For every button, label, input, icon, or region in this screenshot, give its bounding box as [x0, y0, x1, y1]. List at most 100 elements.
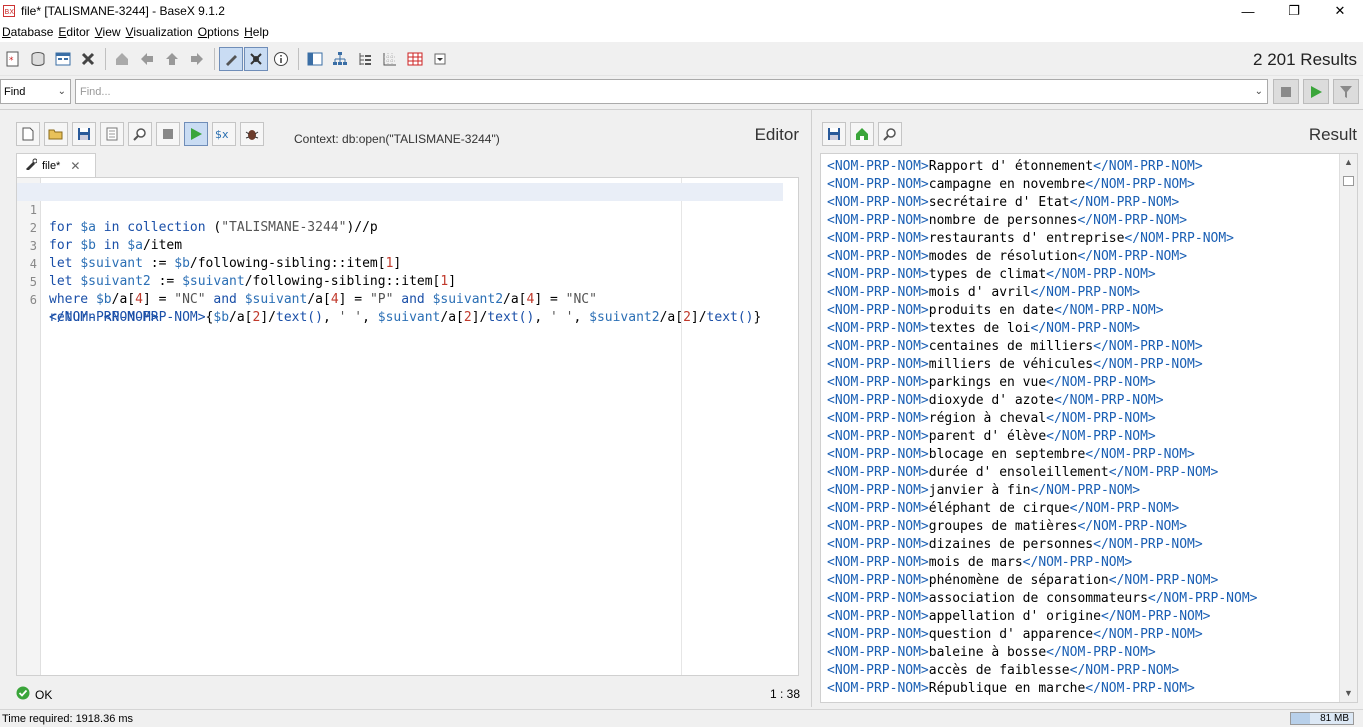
back-icon[interactable] — [135, 47, 159, 71]
result-open-tag: <NOM-PRP-NOM> — [827, 681, 929, 696]
code-line: 3 let $suivant := $b/following-sibling::… — [29, 239, 402, 271]
search-icon[interactable] — [128, 122, 152, 146]
panel-splitter[interactable] — [811, 110, 812, 707]
code-line: 5 where $b/a[4] = "NC" and $suivant/a[4]… — [29, 275, 597, 307]
result-value: campagne en novembre — [928, 177, 1086, 192]
result-value: types de climat — [928, 267, 1047, 282]
result-close-tag: </NOM-PRP-NOM> — [1046, 411, 1156, 426]
table-view-icon[interactable] — [403, 47, 427, 71]
result-open-tag: <NOM-PRP-NOM> — [827, 159, 929, 174]
result-value: éléphant de cirque — [928, 501, 1070, 516]
maximize-button[interactable]: ❐ — [1271, 0, 1317, 22]
result-open-tag: <NOM-PRP-NOM> — [827, 321, 929, 336]
find-mode-select[interactable]: Find ⌄ — [0, 79, 71, 104]
menu-view[interactable]: View — [93, 25, 124, 39]
editor-panel: $x Context: db:open("TALISMANE-3244") Ed… — [8, 113, 808, 706]
menu-visualization[interactable]: Visualization — [124, 25, 196, 39]
find-placeholder: Find... — [80, 85, 111, 98]
result-value: association de consommateurs — [928, 591, 1148, 606]
result-open-tag: <NOM-PRP-NOM> — [827, 501, 929, 516]
stop-search-button[interactable] — [1273, 79, 1299, 104]
window-title: file* [TALISMANE-3244] - BaseX 9.1.2 — [21, 4, 225, 18]
new-database-icon[interactable]: * — [1, 47, 25, 71]
result-value: baleine à bosse — [928, 645, 1047, 660]
more-views-dropdown-icon[interactable] — [428, 47, 452, 71]
chevron-down-icon: ⌄ — [57, 86, 66, 97]
result-open-tag: <NOM-PRP-NOM> — [827, 393, 929, 408]
close-database-icon[interactable] — [76, 47, 100, 71]
result-value: groupes de matières — [928, 519, 1078, 534]
properties-icon[interactable] — [51, 47, 75, 71]
chevron-down-icon[interactable]: ⌄ — [1255, 86, 1263, 97]
result-open-tag: <NOM-PRP-NOM> — [827, 267, 929, 282]
result-open-tag: <NOM-PRP-NOM> — [827, 465, 929, 480]
open-file-icon[interactable] — [44, 122, 68, 146]
edit-mode-icon[interactable] — [219, 46, 243, 71]
result-open-tag: <NOM-PRP-NOM> — [827, 555, 929, 570]
result-value: janvier à fin — [928, 483, 1031, 498]
scroll-thumb[interactable] — [1343, 176, 1354, 186]
status-bar: Time required: 1918.36 ms 81 MB — [0, 709, 1363, 727]
info-icon[interactable] — [269, 47, 293, 71]
result-close-tag: </NOM-PRP-NOM> — [1085, 681, 1195, 696]
save-result-icon[interactable] — [822, 122, 846, 146]
open-database-icon[interactable] — [26, 47, 50, 71]
basex-logo-icon: BX — [3, 5, 15, 17]
result-value: mois d' avril — [928, 285, 1031, 300]
scroll-up-icon[interactable]: ▲ — [1343, 157, 1354, 168]
find-bar: Find ⌄ Find... ⌄ — [0, 77, 1363, 107]
menu-options[interactable]: Options — [196, 25, 242, 39]
result-close-tag: </NOM-PRP-NOM> — [1030, 285, 1141, 300]
result-close-tag: </NOM-PRP-NOM> — [1069, 195, 1180, 210]
code-line: 4 let $suivant2 := $suivant/following-si… — [29, 257, 457, 289]
filter-mode-icon[interactable] — [244, 46, 268, 71]
code-editor[interactable]: 1 for $a in collection ("TALISMANE-3244"… — [16, 177, 799, 676]
menu-editor[interactable]: Editor — [56, 25, 92, 39]
history-icon[interactable] — [100, 122, 124, 146]
result-open-tag: <NOM-PRP-NOM> — [827, 411, 929, 426]
result-value: nombre de personnes — [928, 213, 1078, 228]
home-icon[interactable] — [110, 47, 134, 71]
find-input[interactable]: Find... ⌄ — [75, 79, 1268, 104]
close-icon[interactable]: ✕ — [70, 159, 80, 173]
new-file-icon[interactable] — [16, 122, 40, 146]
stop-icon[interactable] — [156, 122, 180, 146]
result-close-tag: </NOM-PRP-NOM> — [1053, 393, 1164, 408]
result-row: <NOM-PRP-NOM>durée d' ensoleillement</NO… — [827, 464, 1218, 482]
close-button[interactable]: ✕ — [1317, 0, 1363, 22]
filter-button[interactable] — [1333, 79, 1359, 104]
forward-icon[interactable] — [185, 47, 209, 71]
panel-divider — [0, 109, 1363, 110]
result-list[interactable]: <NOM-PRP-NOM>République en marche</NOM-P… — [820, 153, 1358, 703]
result-value: question d' apparence — [928, 627, 1094, 642]
tree-view-icon[interactable] — [328, 47, 352, 71]
scroll-down-icon[interactable]: ▼ — [1343, 688, 1354, 699]
result-close-tag: </NOM-PRP-NOM> — [1147, 591, 1258, 606]
run-search-button[interactable] — [1303, 79, 1329, 104]
menu-help[interactable]: Help — [242, 25, 272, 39]
home-icon[interactable] — [850, 122, 874, 146]
variables-icon[interactable]: $x — [212, 122, 236, 146]
minimize-button[interactable]: — — [1225, 0, 1271, 22]
tab-file[interactable]: file* ✕ — [16, 153, 96, 177]
result-row: <NOM-PRP-NOM>appellation d' origine</NOM… — [827, 608, 1211, 626]
run-query-icon[interactable] — [184, 122, 208, 146]
map-view-icon[interactable] — [303, 47, 327, 71]
ok-check-icon — [16, 686, 30, 703]
result-row: <NOM-PRP-NOM>accès de faiblesse</NOM-PRP… — [827, 662, 1179, 680]
save-file-icon[interactable] — [72, 122, 96, 146]
result-close-tag: </NOM-PRP-NOM> — [1124, 231, 1234, 246]
result-scrollbar[interactable]: ▲ ▼ — [1339, 154, 1357, 702]
menu-database[interactable]: Database — [0, 25, 56, 39]
debug-icon[interactable] — [240, 122, 264, 146]
result-value: accès de faiblesse — [928, 663, 1070, 678]
up-icon[interactable] — [160, 47, 184, 71]
result-value: Rapport d' étonnement — [928, 159, 1094, 174]
toolbar-separator — [105, 47, 106, 70]
folder-view-icon[interactable] — [353, 47, 377, 71]
plot-view-icon[interactable] — [378, 47, 402, 71]
result-row: <NOM-PRP-NOM>janvier à fin</NOM-PRP-NOM> — [827, 482, 1140, 500]
search-icon[interactable] — [878, 122, 902, 146]
memory-indicator[interactable]: 81 MB — [1290, 712, 1354, 725]
result-value: région à cheval — [928, 411, 1047, 426]
